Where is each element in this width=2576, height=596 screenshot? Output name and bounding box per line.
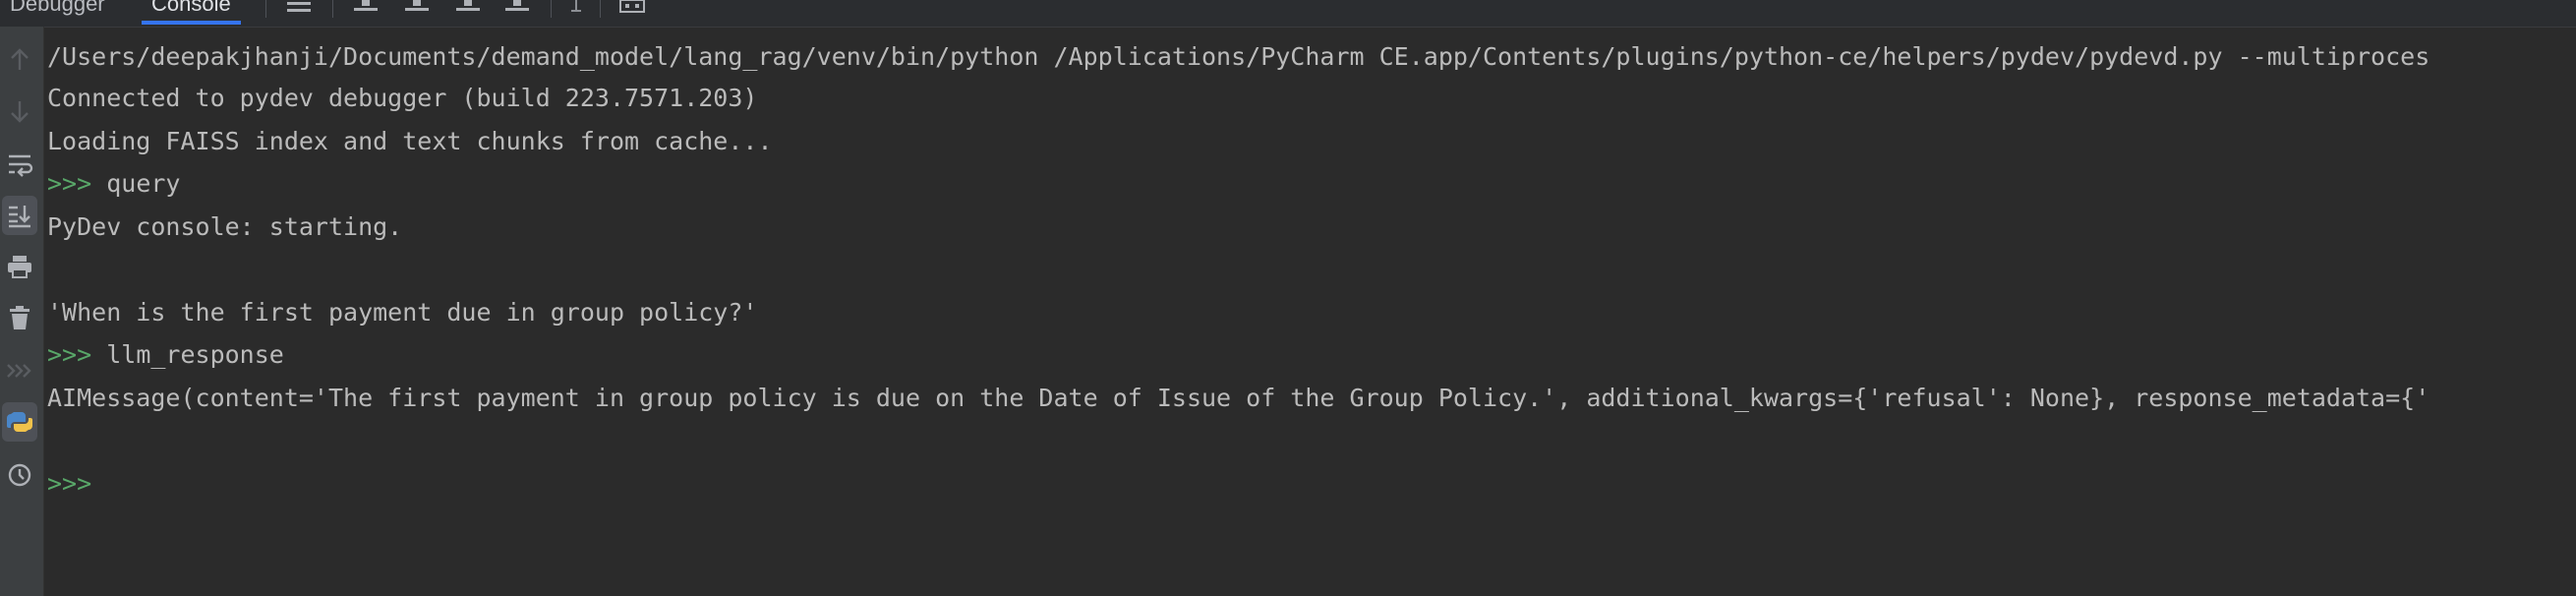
console-line: AIMessage(content='The first payment in …	[47, 384, 2430, 412]
menu-icon[interactable]	[287, 0, 311, 14]
execute-icon	[7, 364, 31, 378]
toolbar-divider	[265, 0, 266, 18]
clear-all-button[interactable]	[2, 298, 37, 337]
evaluate-expression-icon[interactable]	[619, 0, 645, 14]
scroll-to-end-button[interactable]	[2, 196, 37, 235]
console-prompt: >>>	[47, 340, 107, 369]
console-line: /Users/deepakjhanji/Documents/demand_mod…	[47, 42, 2430, 71]
up-button[interactable]	[2, 40, 37, 80]
scroll-to-end-icon	[9, 206, 30, 228]
console-line: Connected to pydev debugger (build 223.7…	[47, 84, 758, 112]
console-line: PyDev console: starting.	[47, 212, 403, 241]
soft-wrap-button[interactable]	[2, 145, 37, 184]
execute-button[interactable]	[2, 351, 37, 390]
step-into-icon[interactable]	[405, 0, 429, 14]
step-into-my-code-icon[interactable]	[456, 0, 480, 14]
down-button[interactable]	[2, 91, 37, 131]
console-line: Loading FAISS index and text chunks from…	[47, 127, 773, 155]
arrow-up-icon	[11, 48, 29, 70]
print-button[interactable]	[2, 247, 37, 286]
toolbar-divider	[600, 0, 601, 18]
console-line: 'When is the first payment due in group …	[47, 298, 758, 327]
console-input-line[interactable]: >>>	[47, 464, 91, 504]
console-prompt: >>>	[47, 169, 107, 198]
console-side-toolbar	[0, 27, 44, 596]
console-prompt: >>>	[47, 469, 92, 498]
tab-debugger[interactable]: Debugger	[0, 0, 115, 22]
console-input-line: >>> query	[47, 169, 181, 198]
console-output[interactable]: /Users/deepakjhanji/Documents/demand_mod…	[47, 28, 2576, 596]
print-icon	[8, 256, 31, 278]
history-icon	[8, 463, 31, 487]
soft-wrap-icon	[9, 154, 33, 177]
run-to-cursor-icon[interactable]	[570, 0, 582, 14]
python-console-icon	[7, 412, 32, 432]
tool-window-tabbar: Debugger Console	[0, 0, 2576, 28]
history-button[interactable]	[2, 455, 37, 495]
console-input-line: >>> llm_response	[47, 340, 284, 369]
step-over-icon[interactable]	[354, 0, 378, 14]
toolbar-divider	[551, 0, 552, 18]
trash-icon	[10, 306, 29, 329]
toolbar-divider	[332, 0, 333, 18]
tab-console[interactable]: Console	[142, 0, 241, 25]
python-console-button[interactable]	[2, 402, 37, 442]
arrow-down-icon	[11, 101, 29, 123]
step-out-icon[interactable]	[505, 0, 529, 14]
